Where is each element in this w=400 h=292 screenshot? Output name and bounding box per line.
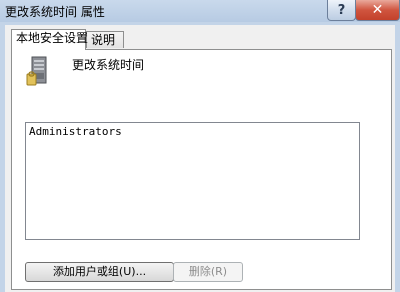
tab-explain[interactable]: 说明 (86, 31, 124, 48)
list-item[interactable]: Administrators (29, 125, 122, 138)
member-listbox[interactable]: Administrators (25, 122, 360, 240)
properties-window: 更改系统时间 属性 ? ✕ 本地安全设置 说明 更改系统时间 Administr… (0, 0, 400, 292)
add-user-or-group-button[interactable]: 添加用户或组(U)... (25, 262, 174, 282)
title-bar[interactable]: 更改系统时间 属性 ? ✕ (0, 0, 400, 22)
close-icon: ✕ (371, 2, 384, 18)
help-icon: ? (337, 2, 346, 18)
tab-strip: 本地安全设置 说明 (11, 29, 391, 50)
tab-page: 更改系统时间 Administrators 添加用户或组(U)... 删除(R) (11, 49, 392, 290)
help-button[interactable]: ? (327, 0, 356, 21)
server-icon (26, 56, 47, 86)
tab-local-security-setting[interactable]: 本地安全设置 (11, 29, 88, 50)
remove-button[interactable]: 删除(R) (173, 262, 243, 282)
window-title: 更改系统时间 属性 (5, 5, 105, 19)
close-button[interactable]: ✕ (355, 0, 400, 21)
policy-name: 更改系统时间 (72, 58, 145, 72)
dialog-body: 本地安全设置 说明 更改系统时间 Administrators 添加用户或组(U… (5, 25, 395, 292)
